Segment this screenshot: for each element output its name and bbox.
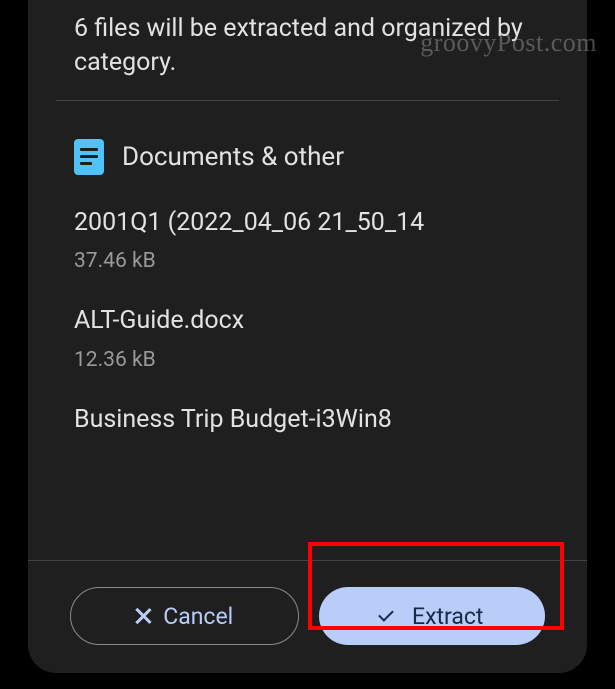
extract-dialog: 6 files will be extracted and organized … xyxy=(28,0,587,673)
file-name: 2001Q1 (2022_04_06 21_50_14 xyxy=(74,207,559,240)
close-icon xyxy=(135,608,151,624)
extract-label: Extract xyxy=(412,603,483,630)
button-row: Cancel Extract xyxy=(28,560,587,673)
category-header: Documents & other xyxy=(28,101,587,193)
cancel-button[interactable]: Cancel xyxy=(70,587,299,645)
cancel-label: Cancel xyxy=(163,603,233,630)
list-item[interactable]: ALT-Guide.docx 12.36 kB xyxy=(74,291,559,390)
file-size: 12.36 kB xyxy=(74,348,559,372)
file-name: ALT-Guide.docx xyxy=(74,305,559,338)
list-item[interactable]: 2001Q1 (2022_04_06 21_50_14 37.46 kB xyxy=(74,193,559,292)
file-list: 2001Q1 (2022_04_06 21_50_14 37.46 kB ALT… xyxy=(28,193,587,555)
check-icon xyxy=(380,609,400,623)
document-icon xyxy=(74,139,104,175)
file-name: Business Trip Budget-i3Win8 xyxy=(74,404,559,437)
extract-button[interactable]: Extract xyxy=(319,587,546,645)
category-title: Documents & other xyxy=(122,142,344,172)
extract-message: 6 files will be extracted and organized … xyxy=(28,8,587,100)
file-size: 37.46 kB xyxy=(74,249,559,273)
list-item[interactable]: Business Trip Budget-i3Win8 xyxy=(74,390,559,437)
